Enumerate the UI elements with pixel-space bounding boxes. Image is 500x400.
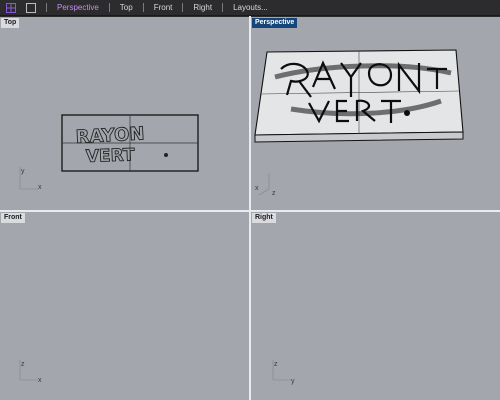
axis-indicator-front: z x: [19, 360, 42, 384]
viewport-splitter-horizontal[interactable]: [0, 210, 500, 212]
viewport-label-right[interactable]: Right: [252, 213, 276, 223]
svg-text:x: x: [38, 377, 42, 384]
viewport-tab-bar: Perspective Top Front Right Layouts...: [0, 0, 500, 16]
viewport-label-front[interactable]: Front: [1, 213, 25, 223]
svg-text:x: x: [38, 184, 42, 191]
svg-text:y: y: [291, 378, 295, 385]
viewport-perspective[interactable]: Perspective x z: [251, 17, 500, 210]
axis-indicator-top: y x: [19, 167, 42, 191]
tab-front[interactable]: Front: [144, 0, 183, 16]
svg-text:z: z: [272, 190, 276, 197]
tab-perspective[interactable]: Perspective: [47, 0, 109, 16]
svg-text:z: z: [21, 361, 25, 368]
logo-text-line1: RAYON: [75, 123, 145, 148]
svg-text:y: y: [21, 168, 25, 175]
single-viewport-icon[interactable]: [24, 1, 38, 15]
viewport-top[interactable]: Top RAYON VERT y x: [0, 17, 249, 210]
logo-dot: [164, 153, 168, 157]
viewport-right[interactable]: Right z y: [251, 212, 500, 400]
viewport-splitter-vertical[interactable]: [249, 16, 251, 400]
tab-layouts[interactable]: Layouts...: [223, 0, 278, 16]
tab-top[interactable]: Top: [110, 0, 143, 16]
logo-text-line2: VERT: [85, 145, 135, 167]
grid-layout-icon[interactable]: [4, 1, 18, 15]
svg-text:z: z: [274, 361, 278, 368]
axis-indicator-right: z y: [272, 360, 295, 385]
svg-text:x: x: [255, 185, 259, 192]
tab-right[interactable]: Right: [183, 0, 222, 16]
axis-indicator-perspective: x z: [255, 173, 276, 197]
viewport-front[interactable]: Front z x: [0, 212, 249, 400]
